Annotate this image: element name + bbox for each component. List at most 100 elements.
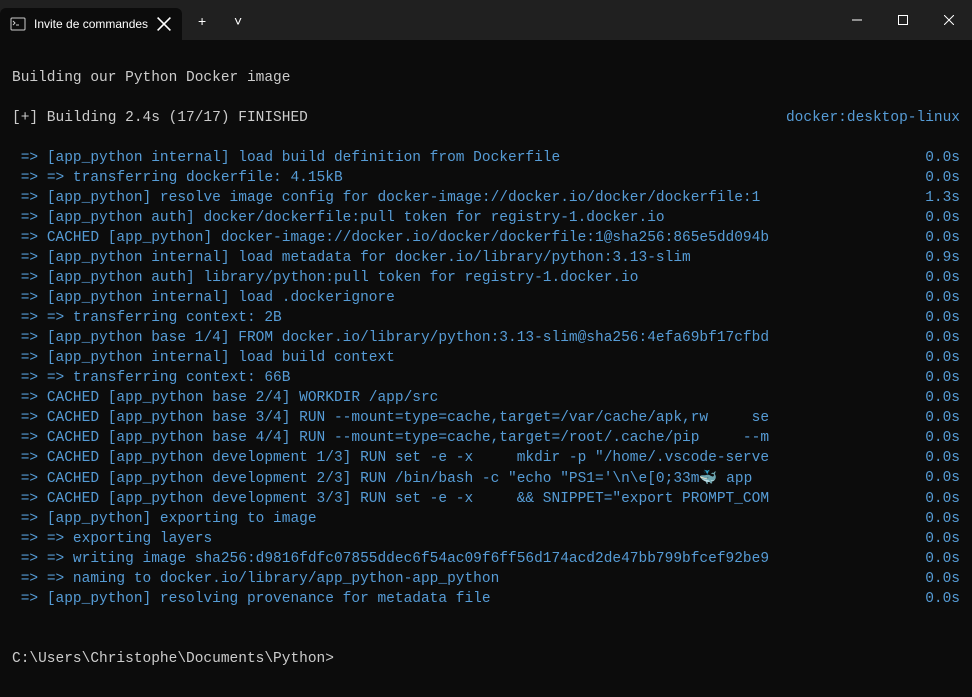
arrow-icon: =>: [12, 551, 47, 567]
output-time: 1.3s: [925, 188, 960, 208]
window-controls: [834, 0, 972, 40]
arrow-icon: =>: [12, 531, 47, 547]
output-time: 0.0s: [925, 348, 960, 368]
output-message: [app_python internal] load .dockerignore: [47, 290, 395, 306]
cursor: [334, 649, 343, 667]
output-time: 0.0s: [925, 408, 960, 428]
output-line: => [app_python] resolve image config for…: [12, 188, 960, 208]
build-summary: [+] Building 2.4s (17/17) FINISHEDdocker…: [12, 108, 960, 128]
arrow-icon: =>: [12, 250, 47, 266]
output-line: => [app_python auth] library/python:pull…: [12, 268, 960, 288]
arrow-icon: =>: [12, 450, 47, 466]
output-message: => transferring dockerfile: 4.15kB: [47, 170, 343, 186]
output-message: [app_python internal] load build context: [47, 350, 395, 366]
output-line: => [app_python] exporting to image 0.0s: [12, 509, 960, 529]
output-message: => transferring context: 66B: [47, 370, 291, 386]
output-time: 0.0s: [925, 288, 960, 308]
output-line: => => transferring context: 66B0.0s: [12, 368, 960, 388]
close-button[interactable]: [926, 0, 972, 40]
output-line: => CACHED [app_python development 1/3] R…: [12, 448, 960, 468]
arrow-icon: =>: [12, 370, 47, 386]
output-line: => [app_python base 1/4] FROM docker.io/…: [12, 328, 960, 348]
plus-icon: +: [198, 15, 206, 31]
output-line: => [app_python internal] load metadata f…: [12, 248, 960, 268]
output-time: 0.0s: [925, 549, 960, 569]
output-line: => CACHED [app_python base 4/4] RUN --mo…: [12, 428, 960, 448]
output-line: => [app_python auth] docker/dockerfile:p…: [12, 208, 960, 228]
tab-active[interactable]: Invite de commandes: [0, 8, 182, 40]
output-message: => exporting layers: [47, 531, 212, 547]
arrow-icon: =>: [12, 310, 47, 326]
arrow-icon: =>: [12, 591, 47, 607]
output-message: [app_python auth] docker/dockerfile:pull…: [47, 210, 665, 226]
arrow-icon: =>: [12, 410, 47, 426]
prompt-path: C:\Users\Christophe\Documents\Python>: [12, 651, 334, 667]
output-time: 0.0s: [925, 208, 960, 228]
arrow-icon: =>: [12, 390, 47, 406]
output-message: => writing image sha256:d9816fdfc07855dd…: [47, 551, 769, 567]
new-tab-button[interactable]: +: [186, 7, 218, 39]
output-message: CACHED [app_python base 4/4] RUN --mount…: [47, 430, 769, 446]
output-message: CACHED [app_python base 3/4] RUN --mount…: [47, 410, 769, 426]
arrow-icon: =>: [12, 491, 47, 507]
maximize-button[interactable]: [880, 0, 926, 40]
arrow-icon: =>: [12, 511, 47, 527]
output-line: => => transferring dockerfile: 4.15kB 0.0…: [12, 168, 960, 188]
tab-title: Invite de commandes: [34, 17, 148, 31]
cmd-icon: [10, 16, 26, 32]
output-message: [app_python internal] load metadata for …: [47, 250, 691, 266]
output-message: [app_python] resolving provenance for me…: [47, 591, 491, 607]
output-message: CACHED [app_python base 2/4] WORKDIR /ap…: [47, 390, 439, 406]
output-line: => => exporting layers 0.0s: [12, 529, 960, 549]
output-line: => CACHED [app_python development 2/3] R…: [12, 468, 960, 489]
minimize-button[interactable]: [834, 0, 880, 40]
output-time: 0.0s: [925, 328, 960, 348]
output-time: 0.0s: [925, 388, 960, 408]
output-message: CACHED [app_python development 1/3] RUN …: [47, 450, 769, 466]
output-message: CACHED [app_python] docker-image://docke…: [47, 230, 769, 246]
arrow-icon: =>: [12, 471, 47, 487]
output-message: [app_python base 1/4] FROM docker.io/lib…: [47, 330, 769, 346]
output-line-header: Building our Python Docker image: [12, 68, 960, 88]
output-line: => => writing image sha256:d9816fdfc0785…: [12, 549, 960, 569]
output-line: => [app_python] resolving provenance for…: [12, 589, 960, 609]
output-message: [app_python] resolve image config for do…: [47, 190, 761, 206]
output-time: 0.0s: [925, 489, 960, 509]
output-line: => => transferring context: 2B0.0s: [12, 308, 960, 328]
output-time: 0.0s: [908, 468, 960, 489]
arrow-icon: =>: [12, 210, 47, 226]
output-time: 0.0s: [925, 509, 960, 529]
output-time: 0.0s: [925, 589, 960, 609]
arrow-icon: =>: [12, 290, 47, 306]
arrow-icon: =>: [12, 170, 47, 186]
output-message: [app_python internal] load build definit…: [47, 150, 560, 166]
tab-dropdown-button[interactable]: ˅: [222, 7, 254, 39]
output-time: 0.0s: [925, 168, 960, 188]
output-time: 0.0s: [925, 268, 960, 288]
output-time: 0.0s: [925, 529, 960, 549]
output-time: 0.0s: [925, 148, 960, 168]
output-message: [app_python] exporting to image: [47, 511, 317, 527]
arrow-icon: =>: [12, 571, 47, 587]
output-message: => transferring context: 2B: [47, 310, 282, 326]
arrow-icon: =>: [12, 150, 47, 166]
output-line: => [app_python internal] load build defi…: [12, 148, 960, 168]
output-message: => naming to docker.io/library/app_pytho…: [47, 571, 499, 587]
output-line: => => naming to docker.io/library/app_py…: [12, 569, 960, 589]
arrow-icon: =>: [12, 330, 47, 346]
output-time: 0.0s: [925, 228, 960, 248]
output-time: 0.0s: [925, 428, 960, 448]
tabs-area: Invite de commandes + ˅: [0, 0, 254, 40]
output-message: CACHED [app_python development 3/3] RUN …: [47, 491, 769, 507]
arrow-icon: =>: [12, 190, 47, 206]
output-line: => [app_python internal] load build cont…: [12, 348, 960, 368]
tab-close-button[interactable]: [156, 16, 172, 32]
output-message: [app_python auth] library/python:pull to…: [47, 270, 639, 286]
output-time: 0.9s: [925, 248, 960, 268]
output-line: => CACHED [app_python base 2/4] WORKDIR …: [12, 388, 960, 408]
output-line: => [app_python internal] load .dockerign…: [12, 288, 960, 308]
build-summary-right: docker:desktop-linux: [786, 108, 960, 128]
command-prompt: C:\Users\Christophe\Documents\Python>: [12, 649, 960, 669]
terminal-output[interactable]: Building our Python Docker image [+] Bui…: [0, 40, 972, 697]
output-message: CACHED [app_python development 2/3] RUN …: [47, 471, 752, 487]
